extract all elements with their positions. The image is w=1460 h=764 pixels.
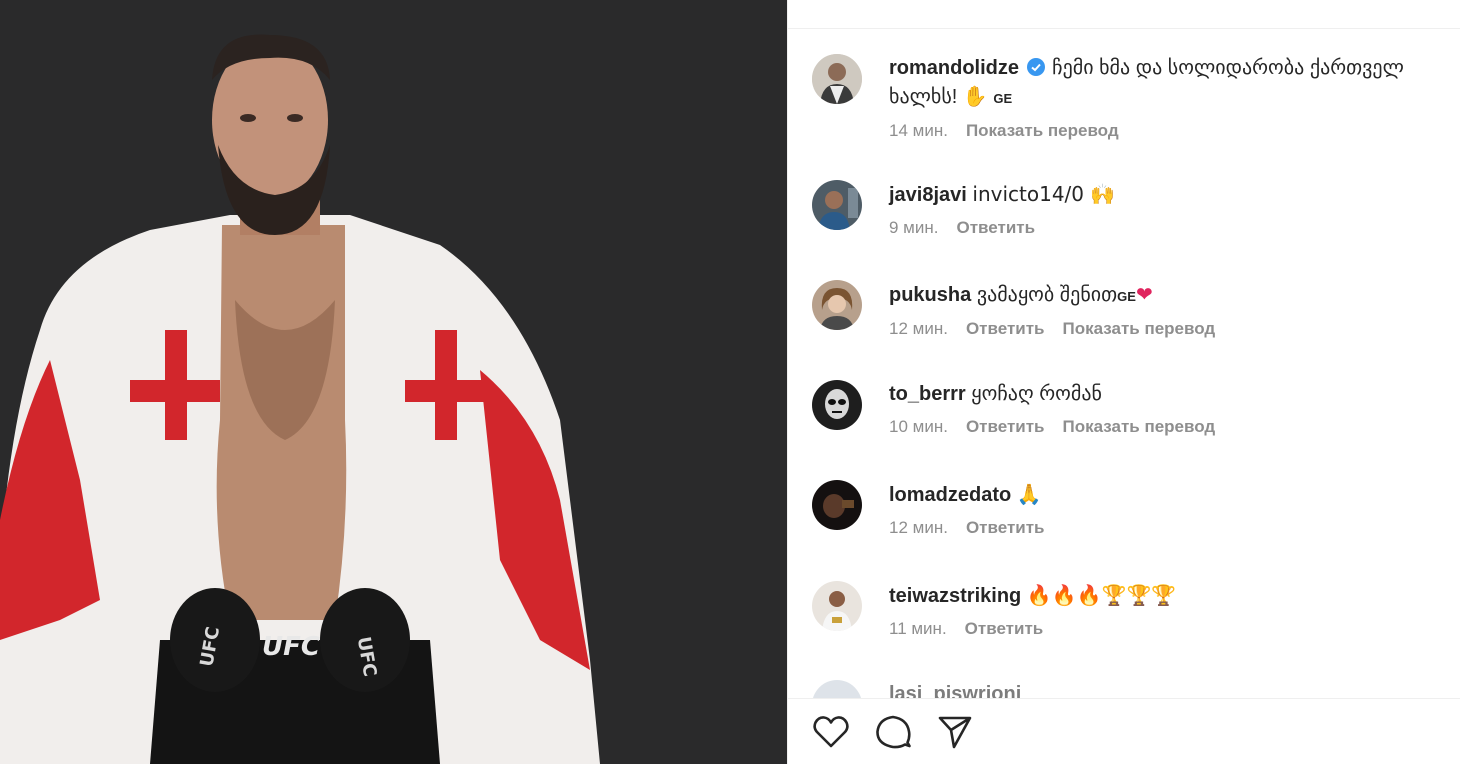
post-actions [788, 698, 1460, 764]
comment-username[interactable]: javi8javi [889, 184, 967, 206]
comment-item: javi8javi invicto14/0 🙌 9 мин. Ответить [812, 180, 1452, 238]
avatar[interactable] [812, 180, 862, 230]
post-photo[interactable]: UFC UFC UFC [0, 0, 787, 764]
timestamp: 10 мин. [889, 417, 948, 436]
comment-text: 🙏 [1016, 482, 1042, 506]
avatar[interactable] [812, 680, 862, 698]
post-caption: romandolidze ჩემი ხმა და სოლიდარობა ქართ… [812, 54, 1452, 141]
timestamp: 14 мин. [889, 121, 948, 140]
timestamp: 12 мин. [889, 319, 948, 338]
flag-ge: GE [1117, 289, 1136, 304]
comment-item: lomadzedato 🙏 12 мин. Ответить [812, 480, 1452, 538]
translate-button[interactable]: Показать перевод [1063, 417, 1216, 437]
timestamp: 12 мин. [889, 518, 948, 537]
reply-button[interactable]: Ответить [956, 218, 1035, 238]
author-username[interactable]: romandolidze [889, 57, 1019, 79]
translate-button[interactable]: Показать перевод [1063, 319, 1216, 339]
reply-button[interactable]: Ответить [966, 319, 1045, 339]
comment-username[interactable]: teiwazstriking [889, 585, 1021, 607]
instagram-post-view: UFC UFC UFC romandolidze ჩემი ხმა და სოლ [0, 0, 1460, 764]
heart-icon [813, 715, 849, 747]
timestamp: 9 мин. [889, 218, 939, 237]
share-icon [938, 716, 972, 748]
comments-panel: romandolidze ჩემი ხმა და სოლიდარობა ქართ… [787, 0, 1460, 764]
avatar[interactable] [812, 54, 862, 104]
share-button[interactable] [936, 713, 974, 751]
comment-item: to_berrr ყოჩაღ რომან 10 мин. Ответить По… [812, 380, 1452, 437]
comment-text: 🔥🔥🔥🏆🏆🏆 [1026, 583, 1177, 607]
reply-button[interactable]: Ответить [965, 619, 1044, 639]
translate-button[interactable]: Показать перевод [966, 121, 1119, 141]
comment-username[interactable]: to_berrr [889, 383, 966, 405]
comment-item: pukusha ვამაყობ შენითGE❤ 12 мин. Ответит… [812, 280, 1452, 339]
timestamp: 11 мин. [889, 619, 947, 638]
svg-text:UFC: UFC [262, 632, 320, 662]
panel-header [788, 0, 1460, 29]
comment-button[interactable] [874, 713, 912, 751]
comment-username[interactable]: lomadzedato [889, 484, 1011, 506]
comment-item-partial: lasi_piswrioni [812, 680, 1452, 698]
avatar[interactable] [812, 480, 862, 530]
like-button[interactable] [812, 713, 850, 751]
reply-button[interactable]: Ответить [966, 518, 1045, 538]
comment-text: ყოჩაღ რომან [971, 383, 1102, 405]
comments-list[interactable]: romandolidze ჩემი ხმა და სოლიდარობა ქართ… [788, 30, 1460, 698]
avatar[interactable] [812, 380, 862, 430]
flag-ge: GE [993, 91, 1013, 106]
avatar[interactable] [812, 581, 862, 631]
comment-username[interactable]: lasi_piswrioni [889, 683, 1021, 698]
comment-text: invicto14/0 🙌 [972, 182, 1116, 206]
comment-icon [876, 715, 911, 748]
comment-username[interactable]: pukusha [889, 284, 971, 306]
fighter-photo: UFC UFC UFC [0, 0, 787, 764]
reply-button[interactable]: Ответить [966, 417, 1045, 437]
avatar[interactable] [812, 280, 862, 330]
comment-item: teiwazstriking 🔥🔥🔥🏆🏆🏆 11 мин. Ответить [812, 581, 1452, 639]
comment-text: ვამაყობ შენით [976, 284, 1118, 306]
heart-emoji-icon: ❤ [1135, 282, 1153, 306]
verified-badge-icon [1026, 58, 1045, 76]
